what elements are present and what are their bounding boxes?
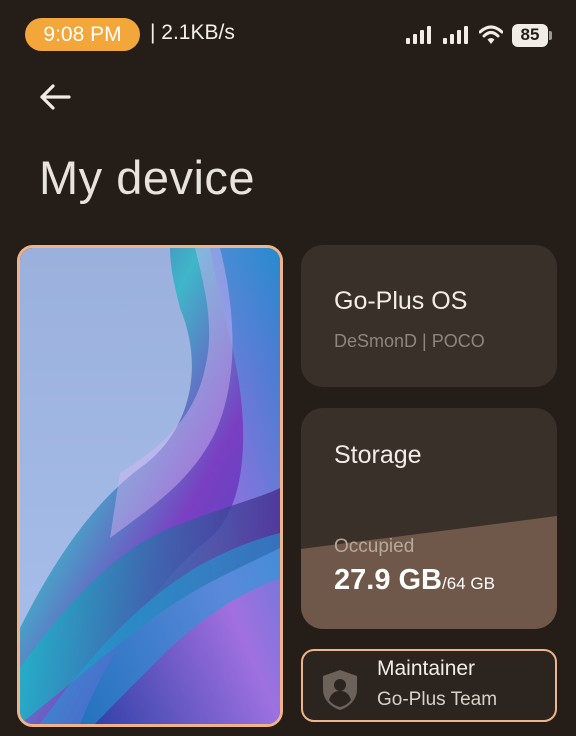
maintainer-team: Go-Plus Team bbox=[377, 689, 498, 710]
storage-total: /64 GB bbox=[442, 574, 495, 593]
maintainer-title: Maintainer bbox=[377, 657, 476, 680]
storage-occupied-label: Occupied bbox=[334, 536, 415, 557]
os-name: Go-Plus OS bbox=[334, 287, 468, 315]
shield-user-icon bbox=[323, 670, 357, 710]
arrow-left-icon bbox=[40, 84, 71, 110]
signal-icon bbox=[406, 26, 431, 44]
signal-icon bbox=[443, 26, 468, 44]
storage-card[interactable]: Storage Occupied 27.9 GB/64 GB bbox=[301, 408, 557, 629]
status-icons: 85 bbox=[405, 22, 552, 48]
network-speed: | 2.1KB/s bbox=[150, 21, 235, 44]
back-button[interactable] bbox=[36, 80, 76, 114]
wifi-icon bbox=[479, 25, 503, 44]
page-title: My device bbox=[39, 151, 256, 204]
status-bar: 9:08 PM | 2.1KB/s 85 bbox=[0, 0, 576, 70]
battery-icon: 85 bbox=[512, 23, 552, 47]
wallpaper-preview[interactable] bbox=[17, 245, 283, 727]
maintainer-card[interactable]: Maintainer Go-Plus Team bbox=[301, 649, 557, 722]
os-info-card[interactable]: Go-Plus OS DeSmonD | POCO bbox=[301, 245, 557, 387]
wallpaper-image bbox=[20, 248, 280, 724]
status-time: 9:08 PM bbox=[25, 18, 140, 51]
storage-value: 27.9 GB/64 GB bbox=[334, 564, 495, 597]
storage-title: Storage bbox=[334, 441, 422, 469]
os-build-info: DeSmonD | POCO bbox=[334, 331, 485, 351]
storage-used: 27.9 GB bbox=[334, 564, 442, 596]
